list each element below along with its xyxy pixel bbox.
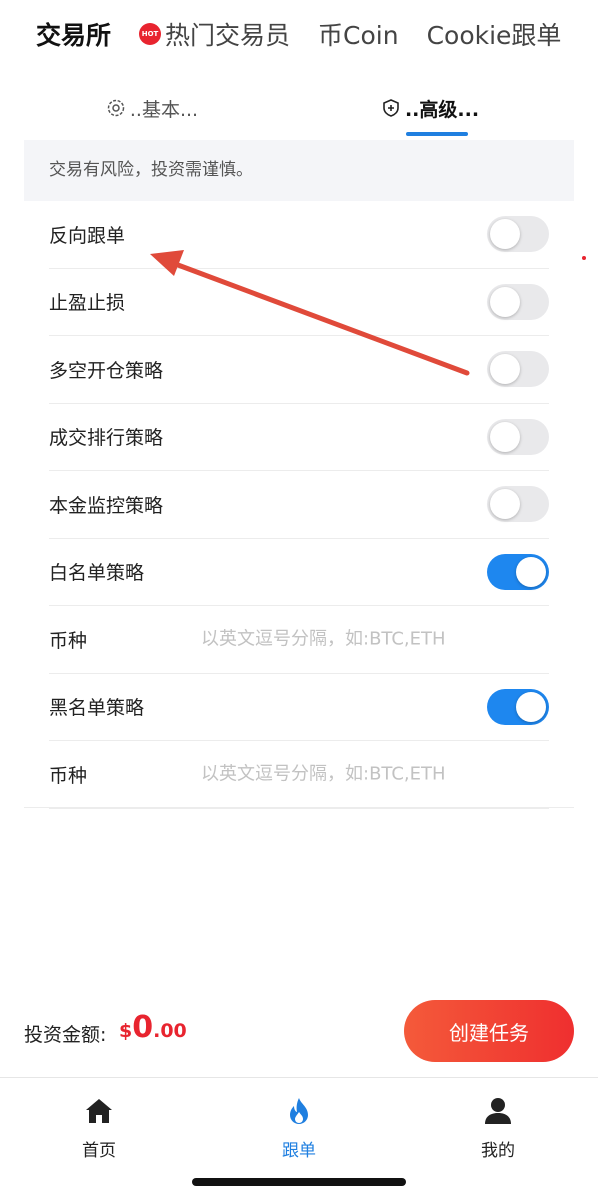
toggle-knob	[490, 219, 520, 250]
reverse-follow-toggle[interactable]	[487, 216, 549, 253]
toggle-knob	[516, 691, 546, 722]
volume-ranking-strategy-toggle[interactable]	[487, 418, 549, 455]
setting-row-take-profit-stop-loss: 止盈止损	[49, 269, 549, 336]
setting-label: 币种	[49, 764, 88, 787]
invest-bar: 投资金额: $0.00 创建任务	[24, 1000, 574, 1062]
tab-hot-traders[interactable]: HOT 热门交易员	[139, 16, 290, 52]
setting-row-blacklist-coins: 币种	[49, 741, 549, 809]
nav-home-label: 首页	[82, 1141, 116, 1161]
tab-exchange-label: 交易所	[36, 21, 112, 50]
tab-exchange[interactable]: 交易所	[36, 16, 111, 52]
active-tab-indicator	[406, 132, 468, 136]
user-icon	[485, 1098, 511, 1124]
shield-plus-icon	[383, 99, 399, 117]
setting-row-long-short-strategy: 多空开仓策略	[49, 336, 549, 404]
risk-notice: 交易有风险，投资需谨慎。	[24, 140, 574, 201]
nav-me[interactable]: 我的	[448, 1096, 548, 1161]
red-dot-marker	[582, 256, 586, 260]
take-profit-stop-loss-toggle[interactable]	[487, 283, 549, 320]
tab-cookie-follow[interactable]: Cookie跟单	[427, 16, 562, 52]
amount-integer: 0	[132, 1010, 154, 1045]
top-tab-bar: 交易所 HOT 热门交易员 币Coin Cookie跟单	[36, 14, 588, 54]
setting-label: 白名单策略	[49, 562, 145, 585]
setting-row-reverse-follow: 反向跟单	[49, 201, 549, 269]
tab-advanced-label: ..高级...	[404, 98, 480, 121]
currency-symbol: $	[119, 1020, 133, 1042]
settings-list: 反向跟单 止盈止损 多空开仓策略 成交排行策略 本金监控策略 白名单策略 币种 …	[24, 201, 574, 809]
tab-basic-label: ..基本...	[129, 98, 199, 121]
blacklist-strategy-toggle[interactable]	[487, 688, 549, 725]
whitelist-coins-input[interactable]	[201, 628, 521, 650]
tab-advanced[interactable]: ..高级...	[330, 88, 530, 128]
amount-decimal: .00	[153, 1020, 187, 1042]
setting-label: 多空开仓策略	[49, 359, 164, 382]
settings-sub-tabs: ..基本... ..高级...	[0, 88, 598, 136]
tab-hot-traders-label: 热门交易员	[165, 21, 291, 50]
tab-cookie-follow-label: Cookie跟单	[426, 21, 562, 50]
list-bottom-divider	[24, 807, 574, 808]
tab-basic[interactable]: ..基本...	[52, 88, 252, 128]
setting-label: 成交排行策略	[49, 427, 164, 450]
setting-row-volume-ranking-strategy: 成交排行策略	[49, 404, 549, 471]
flame-icon	[290, 1098, 308, 1124]
home-indicator	[192, 1178, 406, 1186]
toggle-knob	[490, 489, 520, 520]
setting-row-principal-monitor-strategy: 本金监控策略	[49, 471, 549, 539]
toggle-knob	[490, 286, 520, 317]
gear-icon	[107, 99, 125, 117]
whitelist-strategy-toggle[interactable]	[487, 553, 549, 590]
nav-home[interactable]: 首页	[49, 1096, 149, 1161]
nav-me-label: 我的	[481, 1141, 515, 1161]
hot-badge-icon: HOT	[139, 23, 162, 45]
principal-monitor-strategy-toggle[interactable]	[487, 486, 549, 523]
setting-label: 反向跟单	[49, 224, 126, 247]
setting-label: 币种	[49, 629, 88, 652]
setting-label: 黑名单策略	[49, 697, 145, 720]
setting-label: 本金监控策略	[49, 494, 164, 517]
setting-row-whitelist-strategy: 白名单策略	[49, 539, 549, 606]
toggle-knob	[516, 556, 546, 587]
toggle-knob	[490, 354, 520, 385]
nav-follow-label: 跟单	[282, 1141, 316, 1161]
toggle-knob	[490, 421, 520, 452]
blacklist-coins-input[interactable]	[201, 763, 521, 785]
home-icon	[86, 1099, 112, 1123]
tab-coin[interactable]: 币Coin	[318, 16, 399, 52]
invest-amount-label: 投资金额:	[24, 1024, 107, 1046]
setting-row-whitelist-coins: 币种	[49, 606, 549, 674]
setting-label: 止盈止损	[49, 292, 126, 315]
create-task-button[interactable]: 创建任务	[404, 1000, 574, 1062]
invest-amount-value: $0.00	[119, 1010, 187, 1045]
long-short-strategy-toggle[interactable]	[487, 351, 549, 388]
setting-row-blacklist-strategy: 黑名单策略	[49, 674, 549, 741]
nav-follow[interactable]: 跟单	[249, 1096, 349, 1161]
tab-coin-label: 币Coin	[318, 21, 399, 50]
